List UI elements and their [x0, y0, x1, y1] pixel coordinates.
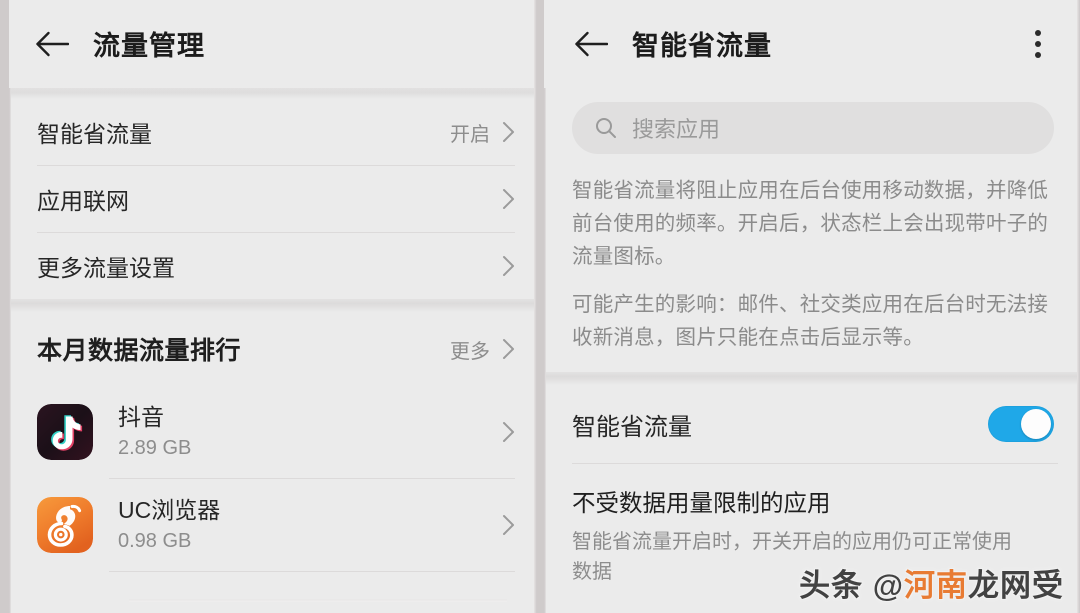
panel-left-edge	[9, 0, 11, 613]
search-container: 搜索应用	[544, 88, 1080, 174]
panel-right-left-edge	[544, 0, 546, 613]
settings-list-left: 智能省流量 开启 应用联网 更多流量设置	[9, 99, 537, 299]
toggle-label: 智能省流量	[572, 413, 692, 441]
section-more-label[interactable]: 更多	[450, 335, 490, 364]
sidebar-item-app-network[interactable]: 应用联网	[9, 166, 537, 232]
chevron-right-icon	[503, 122, 514, 142]
section-separator-right	[544, 372, 1080, 386]
smart-data-saver-switch[interactable]	[988, 406, 1054, 443]
chevron-right-icon	[503, 515, 514, 535]
list-item-text: UC浏览器 0.98 GB	[118, 497, 220, 552]
data-ranking-section-header: 本月数据流量排行 更多	[9, 312, 537, 386]
left-header: 流量管理	[9, 0, 537, 88]
chevron-right-icon	[503, 256, 514, 276]
app-name: UC浏览器	[118, 497, 221, 524]
description-paragraph-1: 智能省流量将阻止应用在后台使用移动数据，并降低前台使用的频率。开启后，状态栏上会…	[572, 179, 1049, 269]
feature-description: 智能省流量将阻止应用在后台使用移动数据，并降低前台使用的频率。开启后，状态栏上会…	[544, 174, 1080, 355]
back-button-right[interactable]	[560, 0, 622, 88]
switch-knob	[1021, 409, 1051, 440]
row-status-value: 开启	[450, 123, 490, 146]
sidebar-item-more-data-settings[interactable]: 更多流量设置	[9, 233, 537, 299]
header-shadow-left	[9, 88, 537, 99]
search-placeholder: 搜索应用	[632, 117, 721, 142]
app-data-usage: 2.89 GB	[118, 436, 192, 459]
list-item[interactable]: UC浏览器 0.98 GB	[9, 479, 537, 571]
uc-browser-app-icon	[37, 497, 93, 553]
arrow-left-icon	[36, 31, 69, 57]
chevron-right-icon	[503, 189, 514, 209]
row-label: 应用联网	[37, 188, 129, 214]
list-item[interactable]: 抖音 2.89 GB	[9, 386, 537, 478]
kebab-dot	[1035, 41, 1041, 47]
sidebar-item-smart-data-saver[interactable]: 智能省流量 开启	[9, 99, 537, 165]
watermark-prefix: 头条 @	[799, 568, 904, 603]
list-item-text: 抖音 2.89 GB	[118, 404, 191, 459]
kebab-dot	[1035, 52, 1041, 58]
page-title-left: 流量管理	[93, 30, 205, 61]
smart-data-saver-toggle-row[interactable]: 智能省流量	[544, 385, 1080, 464]
watermark-suffix: 龙网受	[968, 568, 1064, 603]
search-icon	[596, 118, 616, 138]
right-header: 智能省流量	[544, 0, 1080, 88]
right-phone-panel: 智能省流量 搜索应用 智能省流量将阻止应用在后台使用移动数据，并降低前台使用的频…	[544, 0, 1080, 613]
app-name: 抖音	[118, 404, 164, 431]
description-bottom-spacing	[544, 354, 1080, 372]
row-label: 智能省流量	[37, 121, 152, 147]
back-button-left[interactable]	[21, 0, 83, 88]
dual-screenshot-canvas: 流量管理 智能省流量 开启 应用联网 更多流量设置 本月数据流量排行 更多 抖音…	[0, 0, 1080, 613]
bottom-highlight-strip	[129, 599, 507, 602]
kebab-menu-icon[interactable]	[1010, 0, 1066, 88]
row-label: 更多流量设置	[37, 255, 175, 281]
search-input[interactable]: 搜索应用	[572, 102, 1054, 154]
section-title: 本月数据流量排行	[37, 337, 242, 365]
list-item-divider	[109, 571, 515, 572]
arrow-left-icon	[575, 31, 608, 57]
panel-left-right-edge	[534, 0, 537, 613]
section-separator-left	[9, 299, 537, 312]
watermark: 头条 @河南龙网受	[799, 560, 1064, 605]
chevron-right-icon[interactable]	[502, 338, 515, 360]
description-paragraph-2: 可能产生的影响：邮件、社交类应用在后台时无法接收新消息，图片只能在点击后显示等。	[572, 292, 1049, 349]
app-data-usage: 0.98 GB	[118, 529, 192, 552]
watermark-accent: 河南	[904, 568, 968, 603]
kebab-dot	[1035, 30, 1041, 36]
page-title-right: 智能省流量	[632, 30, 772, 61]
block-title: 不受数据用量限制的应用	[572, 490, 831, 517]
left-phone-panel: 流量管理 智能省流量 开启 应用联网 更多流量设置 本月数据流量排行 更多 抖音…	[9, 0, 537, 613]
chevron-right-icon	[503, 422, 514, 442]
tiktok-app-icon	[37, 404, 93, 460]
